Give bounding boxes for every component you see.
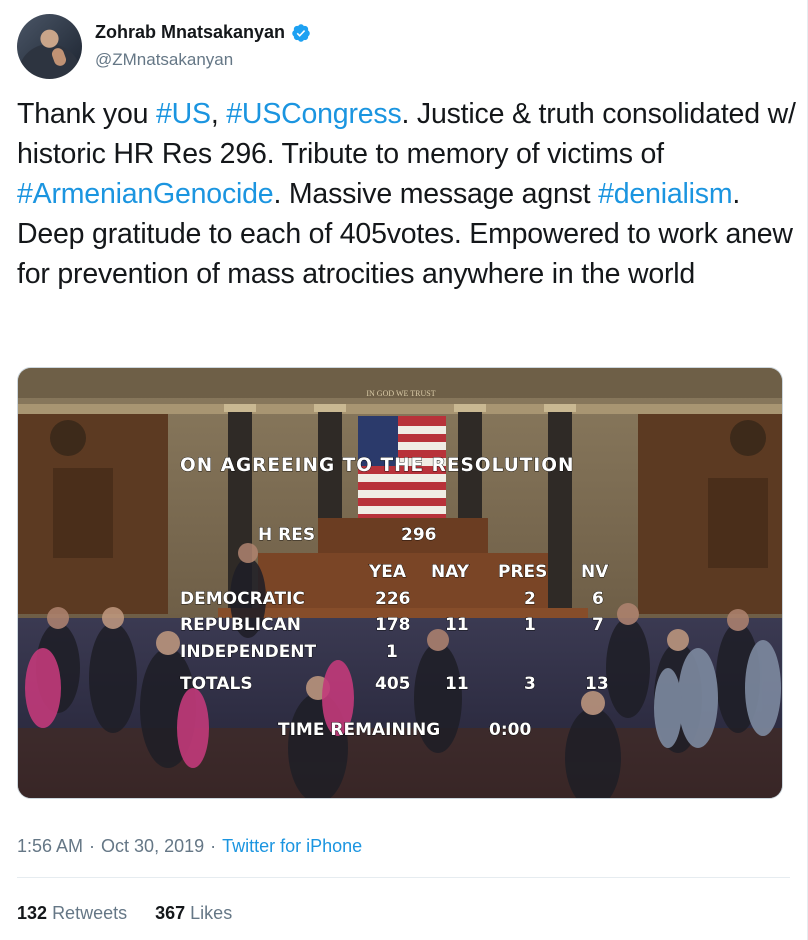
tweet: Zohrab Mnatsakanyan @ZMnatsakanyan Thank… <box>0 0 808 940</box>
nv-count: 6 <box>592 589 604 609</box>
party-label: DEMOCRATIC <box>180 589 305 609</box>
hashtag-link[interactable]: #denialism <box>598 178 732 210</box>
tweet-stats: 132 Retweets 367 Likes <box>17 903 232 924</box>
retweets-label: Retweets <box>52 903 128 923</box>
author-name-row: Zohrab Mnatsakanyan <box>95 22 311 43</box>
pres-count: 2 <box>524 589 536 609</box>
retweets-count: 132 <box>17 903 48 923</box>
measure-label: H RES <box>258 525 315 545</box>
tweet-media-image[interactable]: IN GOD WE TRUST ON AGREEING TO THE RESOL… <box>17 367 783 799</box>
nay-count: 11 <box>445 674 469 694</box>
display-name[interactable]: Zohrab Mnatsakanyan <box>95 22 285 43</box>
divider <box>17 877 790 878</box>
nay-count: 11 <box>445 615 469 635</box>
column-nv: NV <box>581 562 609 582</box>
column-nay: NAY <box>431 562 470 582</box>
verified-badge-icon <box>292 23 310 42</box>
yea-count: 405 <box>375 674 411 694</box>
retweets-stat[interactable]: 132 Retweets <box>17 903 127 924</box>
meta-separator: · <box>210 836 217 856</box>
time-remaining-value: 0:00 <box>489 720 531 740</box>
inscription: IN GOD WE TRUST <box>366 389 435 398</box>
party-label: INDEPENDENT <box>180 642 317 662</box>
party-label: REPUBLICAN <box>180 615 301 635</box>
tweet-text-segment: , <box>210 98 227 130</box>
avatar[interactable] <box>17 14 82 79</box>
pres-count: 1 <box>524 615 536 635</box>
yea-count: 178 <box>375 615 411 635</box>
hashtag-link[interactable]: #US <box>156 98 211 130</box>
likes-label: Likes <box>190 903 233 923</box>
user-handle[interactable]: @ZMnatsakanyan <box>95 50 233 70</box>
tweet-text: Thank you #US, #USCongress. Justice & tr… <box>17 94 797 294</box>
hashtag-link[interactable]: #ArmenianGenocide <box>17 178 274 210</box>
tweet-text-segment: Thank you <box>17 98 156 130</box>
nv-count: 7 <box>592 615 604 635</box>
hashtag-link[interactable]: #USCongress <box>226 98 401 130</box>
yea-count: 226 <box>375 589 411 609</box>
tweet-meta: 1:56 AM · Oct 30, 2019 · Twitter for iPh… <box>17 836 362 857</box>
tweet-time[interactable]: 1:56 AM <box>17 836 83 857</box>
time-remaining-label: TIME REMAINING <box>278 720 440 740</box>
column-pres: PRES <box>498 562 547 582</box>
vote-title: ON AGREEING TO THE RESOLUTION <box>180 455 574 476</box>
party-label: TOTALS <box>180 674 253 694</box>
likes-count: 367 <box>155 903 186 923</box>
pres-count: 3 <box>524 674 536 694</box>
tweet-text-segment: . Massive message agnst <box>273 178 599 210</box>
tweet-date[interactable]: Oct 30, 2019 <box>101 836 204 857</box>
tweet-source-link[interactable]: Twitter for iPhone <box>222 836 362 857</box>
likes-stat[interactable]: 367 Likes <box>155 903 232 924</box>
nv-count: 13 <box>585 674 609 694</box>
house-vote-photo: IN GOD WE TRUST ON AGREEING TO THE RESOL… <box>18 368 782 798</box>
meta-separator: · <box>89 836 96 856</box>
measure-number: 296 <box>401 525 437 545</box>
yea-count: 1 <box>386 642 398 662</box>
column-yea: YEA <box>368 562 407 582</box>
